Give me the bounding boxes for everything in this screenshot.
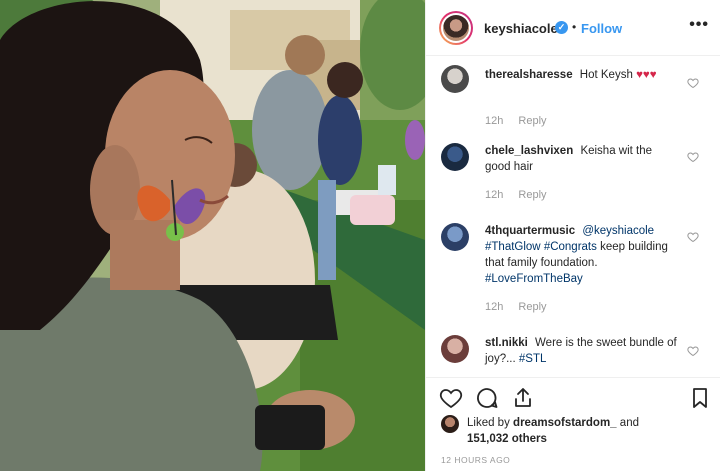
mention-link[interactable]: @keyshiacole: [582, 225, 654, 237]
like-comment-icon[interactable]: [687, 345, 699, 357]
reply-button[interactable]: Reply: [518, 115, 546, 127]
bookmark-icon[interactable]: [688, 386, 712, 410]
comment-meta: 12h Reply: [485, 189, 547, 201]
post-photo-image: [0, 0, 425, 471]
post-side-panel: keyshiacole ✓ • Follow ••• therealshares…: [425, 0, 720, 471]
comment-avatar[interactable]: [441, 65, 469, 93]
comments-list[interactable]: therealsharesse Hot Keysh ♥♥♥ 12h Reply …: [426, 57, 720, 377]
comment-time: 12h: [485, 189, 504, 201]
post-header: keyshiacole ✓ • Follow •••: [426, 0, 720, 56]
hashtag-link[interactable]: #Congrats: [544, 241, 597, 253]
comment-avatar[interactable]: [441, 335, 469, 363]
liker-avatar[interactable]: [441, 415, 459, 433]
comment-username[interactable]: 4thquartermusic: [485, 225, 575, 237]
comment-avatar[interactable]: [441, 143, 469, 171]
username-link[interactable]: keyshiacole: [484, 21, 558, 36]
action-bar: [426, 377, 720, 417]
verified-badge-icon: ✓: [555, 21, 568, 34]
liker-username[interactable]: dreamsofstardom_: [513, 417, 617, 429]
reply-button[interactable]: Reply: [518, 189, 546, 201]
likes-count[interactable]: 151,032 others: [467, 433, 547, 445]
comment-username[interactable]: stl.nikki: [485, 337, 528, 349]
reply-button[interactable]: Reply: [518, 301, 546, 313]
heart-emoji: ♥♥♥: [636, 69, 657, 81]
comment-text: Hot Keysh: [579, 69, 633, 81]
more-icon[interactable]: •••: [689, 16, 709, 34]
separator-dot: •: [572, 20, 577, 34]
comment-time: 12h: [485, 115, 504, 127]
comment-meta: 12h Reply: [485, 115, 547, 127]
post-photo[interactable]: [0, 0, 425, 471]
avatar-image: [443, 15, 469, 41]
share-icon[interactable]: [511, 386, 535, 410]
heart-icon[interactable]: [439, 386, 463, 410]
comment-username[interactable]: chele_lashvixen: [485, 145, 573, 157]
comment-time: 12h: [485, 301, 504, 313]
comment-username[interactable]: therealsharesse: [485, 69, 573, 81]
comment-icon[interactable]: [475, 386, 499, 410]
comment-meta: 12h Reply: [485, 301, 547, 313]
like-comment-icon[interactable]: [687, 151, 699, 163]
avatar[interactable]: [439, 11, 473, 45]
hashtag-link[interactable]: #ThatGlow: [485, 241, 541, 253]
like-comment-icon[interactable]: [687, 231, 699, 243]
like-comment-icon[interactable]: [687, 77, 699, 89]
comment-avatar[interactable]: [441, 223, 469, 251]
likes-and: and: [619, 417, 639, 429]
likes-prefix: Liked by: [467, 417, 510, 429]
hashtag-link[interactable]: #LoveFromTheBay: [485, 273, 583, 285]
post-timestamp: 12 HOURS AGO: [441, 455, 511, 465]
hashtag-link[interactable]: #STL: [519, 353, 547, 365]
follow-button[interactable]: Follow: [581, 21, 622, 36]
